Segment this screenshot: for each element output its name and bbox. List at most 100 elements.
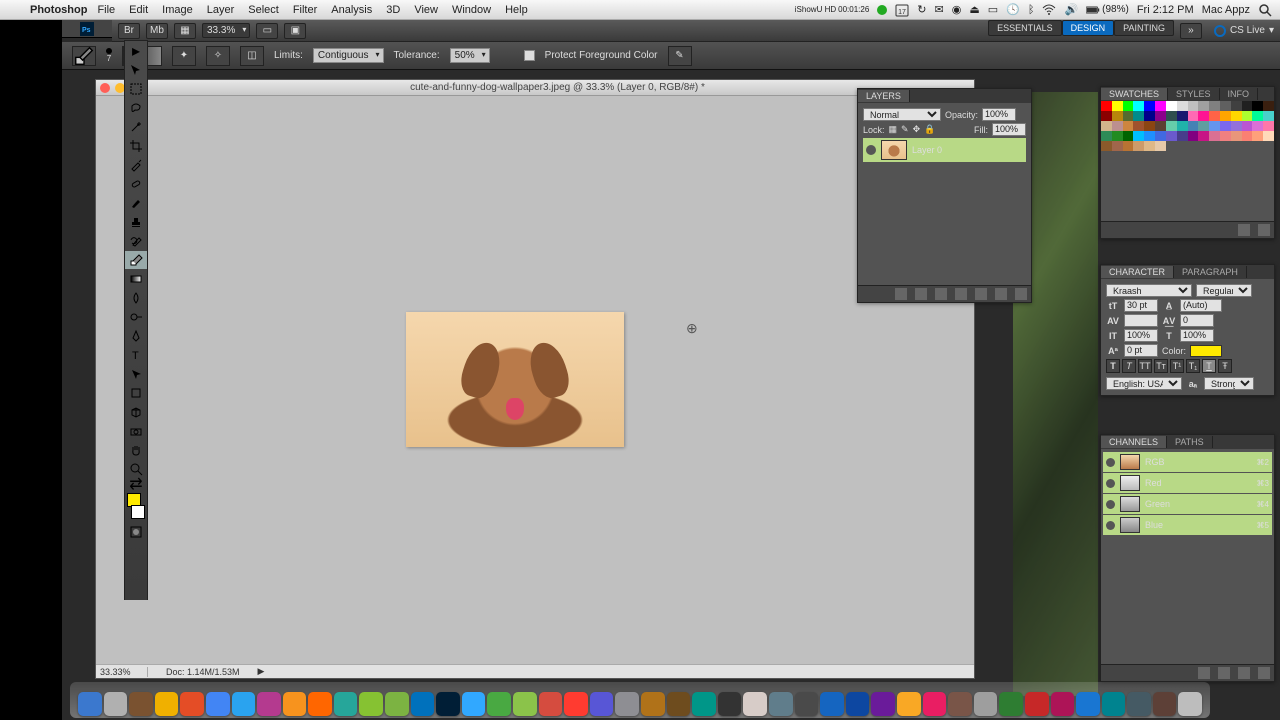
swatch[interactable] xyxy=(1133,101,1144,111)
dock-app-icon[interactable] xyxy=(820,692,844,716)
swatch[interactable] xyxy=(1123,101,1134,111)
sampling-once-icon[interactable]: ✧ xyxy=(206,46,230,66)
text-color-swatch[interactable] xyxy=(1190,345,1222,357)
history-brush-tool-icon[interactable] xyxy=(125,232,147,250)
swatch[interactable] xyxy=(1188,101,1199,111)
swatch[interactable] xyxy=(1220,101,1231,111)
stamp-tool-icon[interactable] xyxy=(125,213,147,231)
visibility-icon[interactable] xyxy=(1106,479,1115,488)
swatches-tab[interactable]: SWATCHES xyxy=(1101,88,1168,100)
tolerance-field[interactable]: 50% xyxy=(450,48,490,63)
dock-app-icon[interactable] xyxy=(590,692,614,716)
faux-italic-button[interactable]: T xyxy=(1122,359,1136,373)
dock-app-icon[interactable] xyxy=(1102,692,1126,716)
ps-app-icon[interactable]: Ps xyxy=(62,20,112,38)
arrange-docs-icon[interactable]: ▭ xyxy=(256,23,278,39)
swatch[interactable] xyxy=(1166,121,1177,131)
eraser-tool-icon[interactable] xyxy=(125,251,147,269)
status-sync-icon[interactable]: ↻ xyxy=(917,3,926,16)
menu-edit[interactable]: Edit xyxy=(129,4,148,16)
limits-select[interactable]: Contiguous xyxy=(313,48,384,63)
marquee-tool-icon[interactable] xyxy=(125,80,147,98)
swatch[interactable] xyxy=(1252,121,1263,131)
sampling-continuous-icon[interactable]: ✦ xyxy=(172,46,196,66)
swatch[interactable] xyxy=(1198,111,1209,121)
delete-channel-icon[interactable] xyxy=(1258,667,1270,679)
background-eraser-tool-icon[interactable] xyxy=(72,46,96,66)
swatch[interactable] xyxy=(1220,121,1231,131)
layer-thumbnail[interactable] xyxy=(881,140,907,160)
swatch[interactable] xyxy=(1231,121,1242,131)
dock-app-icon[interactable] xyxy=(513,692,537,716)
dock-app-icon[interactable] xyxy=(359,692,383,716)
swatch[interactable] xyxy=(1101,131,1112,141)
swatch[interactable] xyxy=(1101,141,1112,151)
tracking-field[interactable]: 0 xyxy=(1180,314,1214,327)
dock-app-icon[interactable] xyxy=(795,692,819,716)
status-calendar-icon[interactable]: 17 xyxy=(895,3,909,17)
swatch[interactable] xyxy=(1220,111,1231,121)
save-selection-icon[interactable] xyxy=(1218,667,1230,679)
swap-colors-icon[interactable]: ⇄ xyxy=(125,479,147,489)
swatch[interactable] xyxy=(1231,101,1242,111)
status-aperture-icon[interactable]: ◉ xyxy=(952,3,962,16)
dock-app-icon[interactable] xyxy=(334,692,358,716)
swatch[interactable] xyxy=(1231,131,1242,141)
swatch[interactable] xyxy=(1209,121,1220,131)
workspace-overflow-icon[interactable]: » xyxy=(1180,23,1202,39)
swatch[interactable] xyxy=(1112,141,1123,151)
collapse-icon[interactable]: ▸ xyxy=(125,42,147,60)
status-bluetooth-icon[interactable]: ᛒ xyxy=(1028,4,1035,16)
blend-mode-select[interactable]: Normal xyxy=(863,108,941,121)
status-doc-size[interactable]: Doc: 1.14M/1.53M xyxy=(166,667,240,677)
lock-position-icon[interactable]: ✥ xyxy=(913,124,921,135)
minibridge-icon[interactable]: Mb xyxy=(146,23,168,39)
dock-app-icon[interactable] xyxy=(923,692,947,716)
lasso-tool-icon[interactable] xyxy=(125,99,147,117)
shape-tool-icon[interactable] xyxy=(125,384,147,402)
antialias-select[interactable]: Strong xyxy=(1204,377,1254,390)
dock-app-icon[interactable] xyxy=(743,692,767,716)
dock-app-icon[interactable] xyxy=(308,692,332,716)
workspace-design[interactable]: DESIGN xyxy=(1062,20,1115,36)
image-content[interactable] xyxy=(406,312,624,447)
swatch[interactable] xyxy=(1177,121,1188,131)
swatch[interactable] xyxy=(1198,101,1209,111)
dock-app-icon[interactable] xyxy=(1051,692,1075,716)
hscale-field[interactable]: 100% xyxy=(1180,329,1214,342)
dock-app-icon[interactable] xyxy=(411,692,435,716)
workspace-painting[interactable]: PAINTING xyxy=(1114,20,1174,36)
view-extras-icon[interactable]: ▦ xyxy=(174,23,196,39)
swatch[interactable] xyxy=(1155,131,1166,141)
vscale-field[interactable]: 100% xyxy=(1124,329,1158,342)
channel-row[interactable]: Blue⌘5 xyxy=(1103,515,1272,535)
swatch[interactable] xyxy=(1252,111,1263,121)
swatch[interactable] xyxy=(1198,121,1209,131)
menu-3d[interactable]: 3D xyxy=(386,4,400,16)
swatch[interactable] xyxy=(1123,141,1134,151)
swatch[interactable] xyxy=(1101,121,1112,131)
status-ishowu[interactable]: iShowU HD 00:01:26 xyxy=(795,5,869,14)
dock-app-icon[interactable] xyxy=(1076,692,1100,716)
workspace-essentials[interactable]: ESSENTIALS xyxy=(988,20,1062,36)
wand-tool-icon[interactable] xyxy=(125,118,147,136)
swatch[interactable] xyxy=(1155,101,1166,111)
font-family-select[interactable]: Kraash xyxy=(1106,284,1192,297)
layer-name[interactable]: Layer 0 xyxy=(912,145,942,155)
faux-bold-button[interactable]: T xyxy=(1106,359,1120,373)
dock-app-icon[interactable] xyxy=(1127,692,1151,716)
3d-tool-icon[interactable] xyxy=(125,403,147,421)
hand-tool-icon[interactable] xyxy=(125,441,147,459)
swatch[interactable] xyxy=(1242,101,1253,111)
paths-tab[interactable]: PATHS xyxy=(1167,436,1213,448)
swatch[interactable] xyxy=(1252,131,1263,141)
swatch[interactable] xyxy=(1177,101,1188,111)
status-user[interactable]: Mac Appz xyxy=(1202,4,1250,16)
dock-app-icon[interactable] xyxy=(769,692,793,716)
adj-layer-icon[interactable] xyxy=(955,288,967,300)
swatch[interactable] xyxy=(1220,131,1231,141)
delete-swatch-icon[interactable] xyxy=(1258,224,1270,236)
dock-app-icon[interactable] xyxy=(641,692,665,716)
swatch[interactable] xyxy=(1209,131,1220,141)
close-button[interactable] xyxy=(100,83,110,93)
